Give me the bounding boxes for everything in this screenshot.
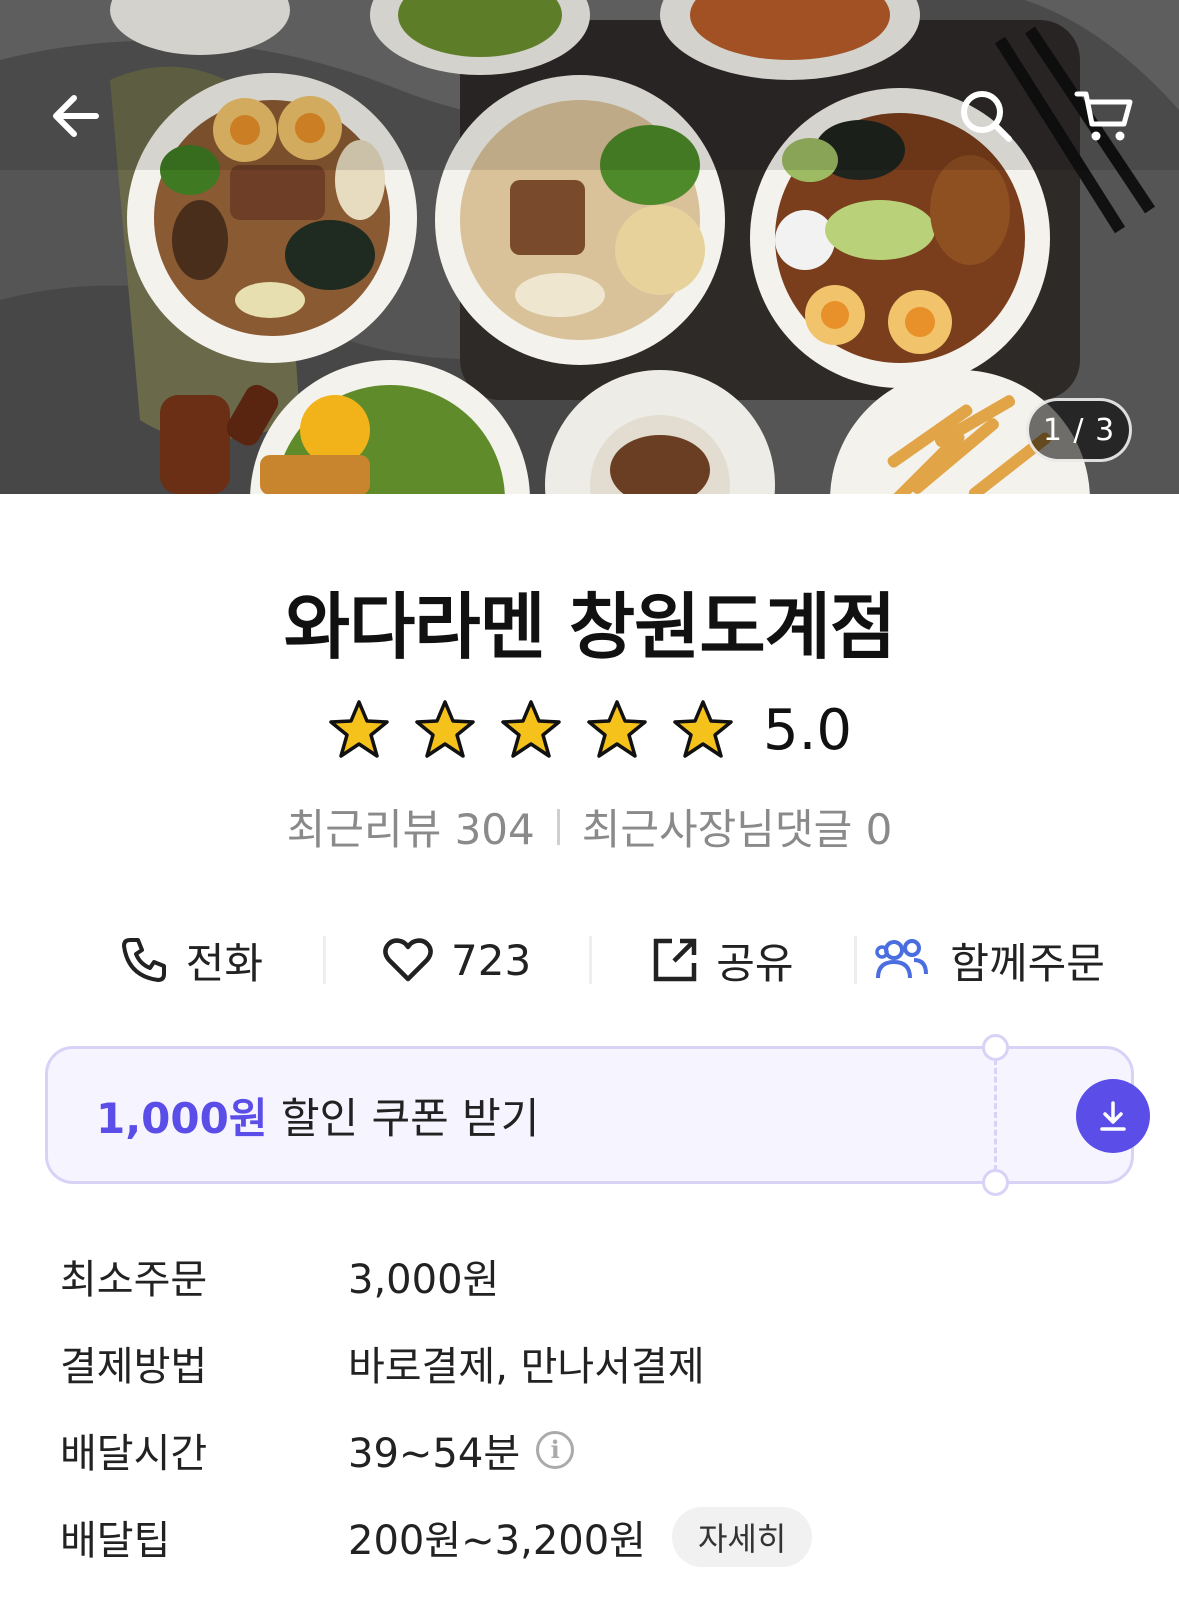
like-button[interactable]: 723: [326, 936, 589, 985]
store-info: 최소주문 3,000원 결제방법 바로결제, 만나서결제 배달시간 39~54분…: [60, 1232, 1140, 1580]
like-count: 723: [451, 935, 532, 985]
arrow-left-icon: [53, 95, 99, 137]
share-icon: [653, 938, 697, 982]
review-summary: 최근리뷰 304 최근사장님댓글 0: [0, 796, 1179, 857]
coupon-label: 할인 쿠폰 받기: [267, 1093, 540, 1143]
download-icon: [1100, 1101, 1126, 1131]
info-row-delivery-tip: 배달팁 200원~3,200원 자세히: [60, 1493, 1140, 1580]
search-icon: [961, 91, 1012, 142]
back-button[interactable]: [36, 76, 116, 156]
delivery-tip-detail-button[interactable]: 자세히: [671, 1506, 813, 1567]
info-value: 200원~3,200원 자세히: [348, 1506, 813, 1567]
coupon-notch: [982, 1034, 1009, 1061]
people-icon: [875, 939, 929, 979]
phone-icon: [121, 938, 166, 982]
call-label: 전화: [185, 938, 264, 988]
cart-button[interactable]: [1064, 76, 1144, 156]
store-name: 와다라멘 창원도계점: [283, 585, 896, 669]
info-row-payment: 결제방법 바로결제, 만나서결제: [60, 1319, 1140, 1406]
divider: [556, 808, 560, 845]
info-label: 배달팁: [60, 1517, 171, 1564]
info-value: 바로결제, 만나서결제: [348, 1334, 705, 1392]
call-button[interactable]: 전화: [60, 930, 323, 991]
info-label: 최소주문: [60, 1256, 208, 1303]
min-order-value: 3,000원: [348, 1256, 500, 1303]
heart-icon: [383, 938, 433, 982]
star-icon: [673, 700, 733, 758]
star-icon: [587, 700, 647, 758]
share-button[interactable]: 공유: [592, 930, 855, 991]
group-order-label: 함께주문: [950, 938, 1105, 988]
food-photo: [0, 0, 1179, 494]
delivery-time-value: 39~54분: [348, 1430, 521, 1477]
info-row-min-order: 최소주문 3,000원: [60, 1232, 1140, 1319]
payment-value: 바로결제, 만나서결제: [348, 1343, 705, 1390]
owner-comments-link[interactable]: 최근사장님댓글 0: [582, 796, 893, 857]
image-counter: 1 / 3: [1026, 398, 1132, 462]
coupon-notch: [982, 1169, 1009, 1196]
rating-row: 5.0: [0, 690, 1179, 770]
info-value: 3,000원: [348, 1247, 499, 1305]
share-label: 공유: [716, 938, 794, 988]
coupon-download-button[interactable]: [1076, 1079, 1150, 1153]
info-row-delivery-time: 배달시간 39~54분 i: [60, 1406, 1140, 1493]
store-hero-image[interactable]: 1 / 3: [0, 0, 1179, 494]
info-label: 배달시간: [60, 1430, 208, 1477]
cart-icon: [1074, 91, 1133, 141]
group-order-button[interactable]: 함께주문: [857, 930, 1120, 991]
coupon-divider: [994, 1059, 997, 1171]
info-value: 39~54분 i: [348, 1421, 575, 1479]
star-rating: [327, 698, 735, 762]
star-icon: [415, 700, 475, 758]
coupon-text: 1,000원 할인 쿠폰 받기: [48, 1085, 1131, 1146]
star-icon: [501, 700, 561, 758]
delivery-tip-value: 200원~3,200원: [348, 1517, 646, 1564]
star-icon: [329, 700, 389, 758]
search-button[interactable]: [946, 76, 1026, 156]
info-label: 결제방법: [60, 1343, 208, 1390]
coupon-amount: 1,000원: [96, 1093, 268, 1143]
recent-reviews-link[interactable]: 최근리뷰 304: [287, 796, 535, 857]
info-icon[interactable]: i: [536, 1430, 575, 1469]
store-actions: 전화 723 공유 함께주문: [60, 920, 1120, 1000]
rating-value: 5.0: [762, 697, 853, 763]
coupon-banner[interactable]: 1,000원 할인 쿠폰 받기: [45, 1034, 1150, 1196]
